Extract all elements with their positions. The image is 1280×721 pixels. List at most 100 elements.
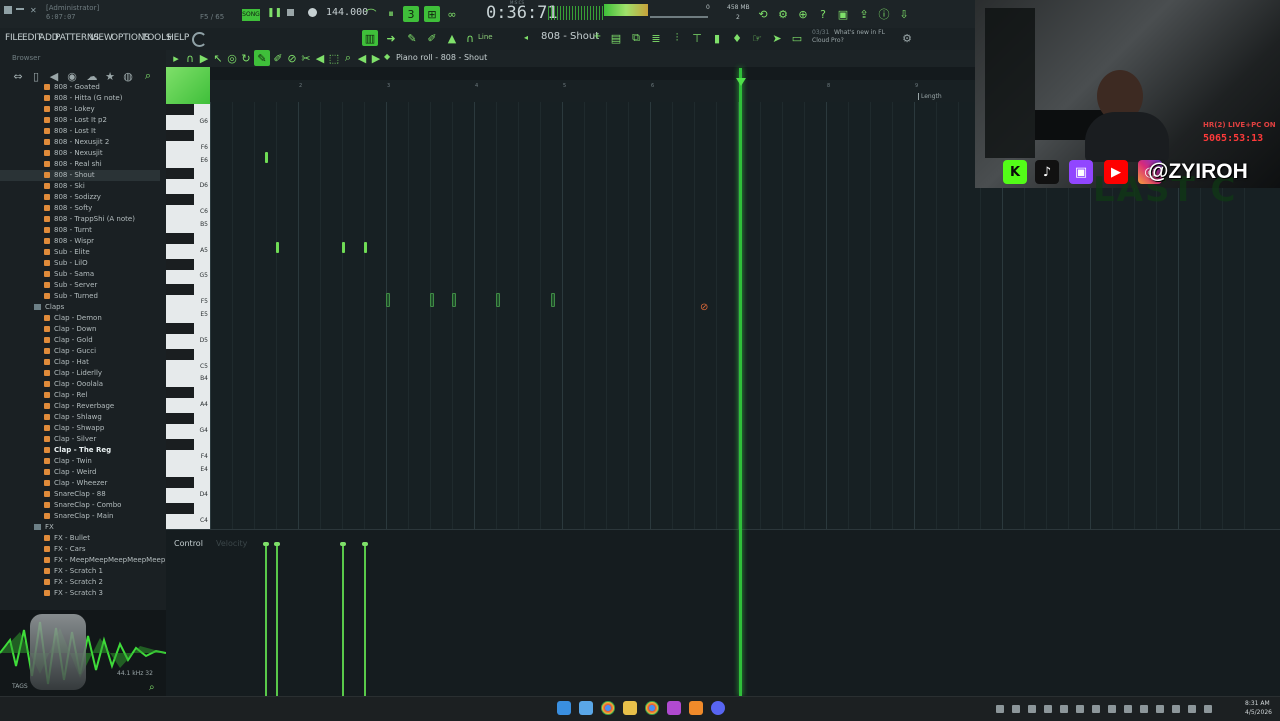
browser-item[interactable]: 808 - Ski xyxy=(0,181,160,192)
fl-studio-icon[interactable] xyxy=(689,701,703,715)
browser-item[interactable]: 808 - Nexusjit 2 xyxy=(0,137,160,148)
download-icon[interactable]: ⇩ xyxy=(896,6,912,22)
record-icon[interactable] xyxy=(308,8,317,17)
app-icon[interactable] xyxy=(667,701,681,715)
midi-note[interactable] xyxy=(452,293,456,308)
black-key[interactable] xyxy=(166,129,194,141)
velocity-handle[interactable] xyxy=(362,542,368,546)
brush-icon[interactable]: ✎ xyxy=(404,30,420,46)
browser-item[interactable]: SnareClap - 88 xyxy=(0,489,160,500)
browser-item[interactable]: 808 - Nexusjit xyxy=(0,148,160,159)
browser-item[interactable]: Clap - Demon xyxy=(0,313,160,324)
piano-roll-corner[interactable] xyxy=(166,67,210,104)
pencil-icon[interactable]: ✐ xyxy=(424,30,440,46)
chrome-profile-icon[interactable] xyxy=(645,701,659,715)
browser-item[interactable]: 808 - Lost It xyxy=(0,126,160,137)
tray-volume-icon[interactable] xyxy=(1156,705,1164,713)
step-edit-icon[interactable]: ⊞ xyxy=(424,6,440,22)
mixer-icon[interactable]: ⚙ xyxy=(775,6,791,22)
loop-record-icon[interactable]: ∞ xyxy=(444,6,460,22)
magnet-icon[interactable]: ∩ xyxy=(462,30,478,46)
length-marker[interactable]: Length xyxy=(918,93,942,100)
browser-item[interactable]: FX - Scratch 2 xyxy=(0,577,160,588)
tray-app-icon[interactable] xyxy=(1092,705,1100,713)
black-key[interactable] xyxy=(166,413,194,425)
channel-rack-icon[interactable]: ⧉ xyxy=(628,30,644,46)
browser-item[interactable]: Clap - Gucci xyxy=(0,346,160,357)
black-key[interactable] xyxy=(166,104,194,115)
news-headline[interactable]: What's new in FL Cloud Pro? xyxy=(812,29,892,45)
browser-item[interactable]: Clap - Shlawg xyxy=(0,412,160,423)
speaker-icon[interactable]: ▶ xyxy=(368,50,384,66)
browser-item[interactable]: FX - Bullet xyxy=(0,533,160,544)
pause-icon[interactable]: ❚❚ xyxy=(267,8,282,18)
tray-app-icon[interactable] xyxy=(996,705,1004,713)
tray-app-icon[interactable] xyxy=(1124,705,1132,713)
browser-item[interactable]: 808 - TrappShi (A note) xyxy=(0,214,160,225)
browser-item[interactable]: 808 - Goated xyxy=(0,82,160,93)
midi-note[interactable] xyxy=(264,151,268,163)
black-key[interactable] xyxy=(166,503,194,515)
plugin-picker-icon[interactable]: ⊕ xyxy=(795,6,811,22)
tray-settings-icon[interactable] xyxy=(1204,705,1212,713)
stop-icon[interactable] xyxy=(287,9,294,16)
playlist-icon[interactable]: ▤ xyxy=(608,30,624,46)
tray-app-icon[interactable] xyxy=(1076,705,1084,713)
tray-app-icon[interactable] xyxy=(1060,705,1068,713)
preview-search-icon[interactable]: ⌕ xyxy=(149,682,155,693)
browser-item[interactable]: Clap - Reverbage xyxy=(0,401,160,412)
info-icon[interactable]: ⓘ xyxy=(876,6,892,22)
tray-app-icon[interactable] xyxy=(1044,705,1052,713)
cloud-icon[interactable]: ⇪ xyxy=(856,6,872,22)
browser-item[interactable]: Sub - LilO xyxy=(0,258,160,269)
store-icon[interactable]: ▭ xyxy=(789,30,805,46)
minimize-icon[interactable] xyxy=(16,8,24,10)
playhead-marker-icon[interactable] xyxy=(736,78,746,86)
browser-item[interactable]: Clap - Liderlly xyxy=(0,368,160,379)
arrow-right-icon[interactable]: ➜ xyxy=(383,30,399,46)
browser-item[interactable]: 808 - Turnt xyxy=(0,225,160,236)
browser-item[interactable]: SnareClap - Main xyxy=(0,511,160,522)
touch-icon[interactable]: ☞ xyxy=(749,30,765,46)
tray-app-icon[interactable] xyxy=(1012,705,1020,713)
velocity-bar[interactable] xyxy=(362,542,368,697)
add-pattern-icon[interactable]: + xyxy=(593,31,601,42)
browser-item[interactable]: Clap - Gold xyxy=(0,335,160,346)
black-key[interactable] xyxy=(166,322,194,334)
browser-item[interactable]: FX - Scratch 1 xyxy=(0,566,160,577)
tray-battery-icon[interactable] xyxy=(1172,705,1180,713)
tags-label[interactable]: TAGS xyxy=(12,683,28,690)
browser-item[interactable]: Sub - Elite xyxy=(0,247,160,258)
countdown-icon[interactable]: 3 xyxy=(403,6,419,22)
tray-network-icon[interactable] xyxy=(1140,705,1148,713)
black-key[interactable] xyxy=(166,258,194,270)
midi-note[interactable] xyxy=(342,241,345,253)
window-menu-icon[interactable] xyxy=(4,6,12,14)
song-mode-button[interactable]: SONG xyxy=(242,9,260,21)
mixer-view-icon[interactable]: ⫶ xyxy=(669,30,685,46)
snap-label[interactable]: Line xyxy=(478,33,493,41)
midi-note[interactable] xyxy=(386,293,390,308)
master-pitch-slider[interactable] xyxy=(650,16,708,18)
song-clock[interactable]: 0:36:71 xyxy=(486,3,558,23)
browser-item[interactable]: Clap - Silver xyxy=(0,434,160,445)
menu-file[interactable]: FILE xyxy=(5,33,23,43)
news-settings-icon[interactable]: ⚙ xyxy=(899,30,915,46)
browser-item[interactable]: FX - MeepMeepMeepMeepMeep xyxy=(0,555,165,566)
task-view-icon[interactable] xyxy=(579,701,593,715)
browser-item[interactable]: FX - Scratch 3 xyxy=(0,588,160,599)
browser-item[interactable]: Clap - Hat xyxy=(0,357,160,368)
black-key[interactable] xyxy=(166,348,194,360)
taskbar-time[interactable]: 8:31 AM xyxy=(1245,700,1270,707)
plugin-icon[interactable]: ♦ xyxy=(729,30,745,46)
close-icon[interactable]: ✕ xyxy=(30,6,37,15)
black-key[interactable] xyxy=(166,387,194,399)
wait-input-icon[interactable]: ⏸ xyxy=(383,6,399,22)
browser-item[interactable]: 808 - Lokey xyxy=(0,104,160,115)
browser-item[interactable]: 808 - Shout xyxy=(0,170,160,181)
browser-item[interactable]: 808 - Lost It p2 xyxy=(0,115,160,126)
menu-help[interactable]: HELP xyxy=(167,33,189,43)
title-arrows-icon[interactable]: ◆ xyxy=(384,52,390,61)
file-explorer-icon[interactable] xyxy=(623,701,637,715)
hierarchy-icon[interactable]: ⊤ xyxy=(689,30,705,46)
